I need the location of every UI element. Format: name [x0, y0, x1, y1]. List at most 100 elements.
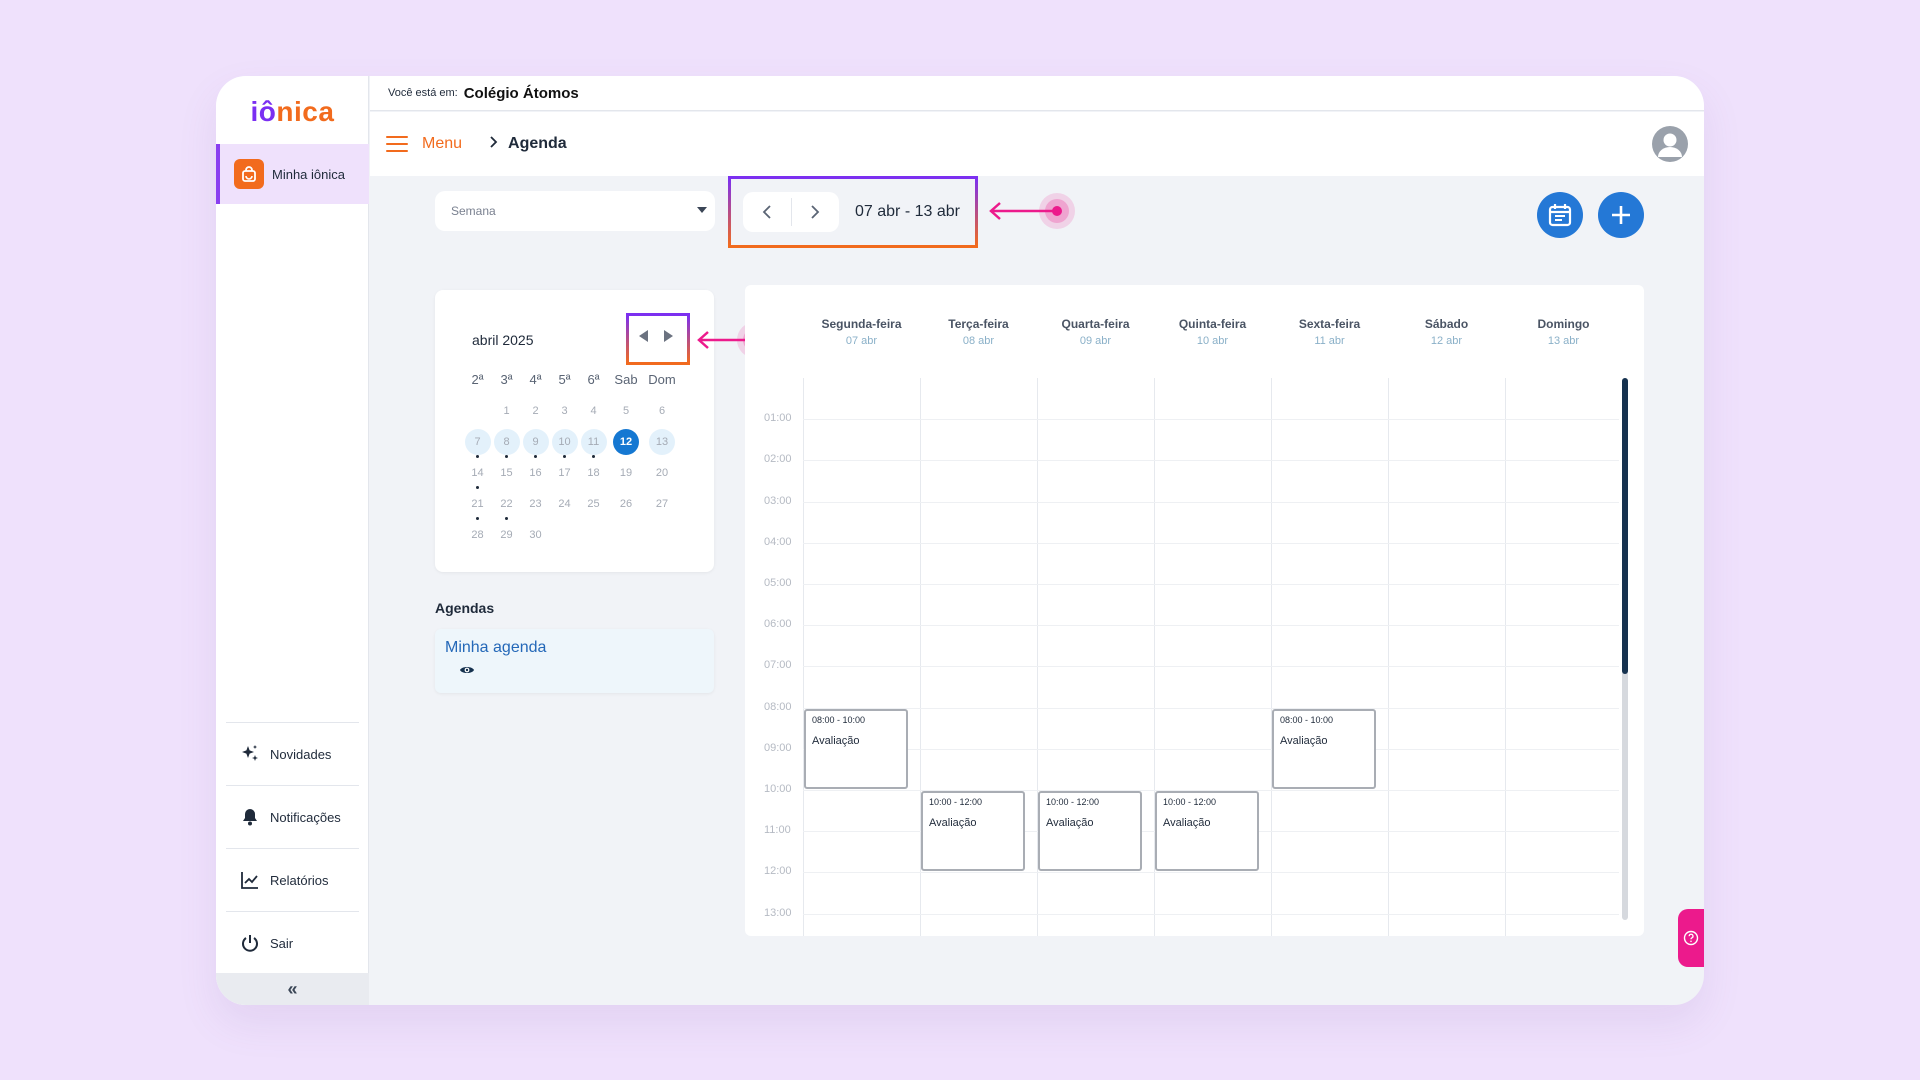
hour-label: 04:00 [764, 535, 792, 548]
sidebar-item-notificacoes[interactable]: Notificações [226, 785, 359, 848]
day-cell[interactable]: 29 [492, 522, 521, 548]
day-header[interactable]: Quarta-feira 09 abr [1037, 317, 1154, 347]
day-cell[interactable]: 10 [550, 428, 579, 458]
day-cell[interactable]: 9 [521, 428, 550, 458]
day-cell[interactable]: 22 [492, 491, 521, 520]
hour-label: 08:00 [764, 700, 792, 713]
day-cell[interactable]: 6 [644, 398, 680, 424]
logo[interactable]: iônica [216, 96, 369, 128]
hour-gridline [803, 584, 1619, 585]
day-number: 21 [471, 497, 484, 510]
chevron-right-icon [488, 135, 498, 153]
day-header[interactable]: Segunda-feira 07 abr [803, 317, 920, 347]
chevron-right-icon [811, 205, 820, 219]
day-header[interactable]: Terça-feira 08 abr [920, 317, 1037, 347]
day-cell[interactable]: 15 [492, 460, 521, 486]
help-button[interactable] [1678, 909, 1704, 967]
day-date: 11 abr [1314, 335, 1345, 347]
day-number: 27 [655, 497, 669, 510]
agenda-item[interactable]: Minha agenda [435, 629, 714, 693]
event-card[interactable]: 10:00 - 12:00 Avaliação [921, 791, 1025, 871]
agenda-name: Minha agenda [445, 639, 547, 656]
view-select[interactable]: Semana [435, 191, 715, 231]
day-number: 19 [619, 466, 633, 479]
day-cell[interactable]: 5 [608, 398, 644, 424]
day-number: 6 [658, 404, 666, 417]
day-cell[interactable]: 11 [579, 428, 608, 458]
day-cell[interactable]: 18 [579, 460, 608, 486]
day-header[interactable]: Domingo 13 abr [1505, 317, 1622, 347]
day-cell[interactable]: 24 [550, 491, 579, 517]
eye-icon[interactable] [459, 663, 704, 681]
day-column-divider [1388, 378, 1389, 936]
event-card[interactable]: 10:00 - 12:00 Avaliação [1155, 791, 1259, 871]
breadcrumb-current: Agenda [508, 135, 567, 152]
event-card[interactable]: 10:00 - 12:00 Avaliação [1038, 791, 1142, 871]
sidebar-item-relatorios[interactable]: Relatórios [226, 848, 359, 911]
previous-week-button[interactable] [743, 192, 791, 232]
calendar-button[interactable] [1537, 192, 1583, 238]
hour-gridline [803, 748, 1619, 750]
day-cell[interactable]: 26 [608, 491, 644, 517]
week-nav-buttons [743, 192, 839, 232]
day-cell[interactable]: 30 [521, 522, 550, 548]
hour-label: 07:00 [764, 659, 792, 672]
day-date: 08 abr [962, 335, 995, 347]
day-date: 13 abr [1547, 335, 1580, 347]
day-cell-empty [644, 522, 680, 548]
day-cell[interactable]: 16 [521, 460, 550, 486]
scrollbar-thumb[interactable] [1622, 378, 1628, 674]
day-number: 26 [619, 497, 633, 510]
day-cell[interactable]: 25 [579, 491, 608, 517]
day-column-divider [1505, 378, 1506, 936]
week-range-navigator: 07 abr - 13 abr [743, 192, 968, 232]
sidebar-item-sair[interactable]: Sair [226, 911, 359, 974]
day-cell[interactable]: 28 [463, 522, 492, 548]
next-week-button[interactable] [791, 192, 839, 232]
day-cell[interactable]: 2 [521, 398, 550, 424]
day-cell[interactable]: 7 [463, 428, 492, 458]
location-bar: Você está em: Colégio Átomos [370, 76, 1704, 111]
day-header[interactable]: Sábado 12 abr [1388, 317, 1505, 347]
view-select-value: Semana [451, 204, 496, 218]
day-cell[interactable]: 27 [644, 491, 680, 517]
event-card[interactable]: 08:00 - 10:00 Avaliação [804, 708, 908, 789]
day-cell[interactable]: 21 [463, 491, 492, 520]
day-cell[interactable]: 1 [492, 398, 521, 424]
week-calendar: Segunda-feira 07 abr Terça-feira 08 abr Quar… [745, 285, 1644, 936]
day-cell[interactable]: 14 [463, 460, 492, 489]
sidebar-item-novidades[interactable]: Novidades [226, 722, 359, 785]
day-cell[interactable]: 20 [644, 460, 680, 486]
day-number: 23 [529, 497, 542, 510]
event-card[interactable]: 08:00 - 10:00 Avaliação [1272, 708, 1376, 789]
collapse-sidebar-button[interactable]: « [216, 973, 369, 1005]
sidebar-item-minha-ionica[interactable]: Minha iônica [216, 144, 369, 204]
day-cell[interactable]: 23 [521, 491, 550, 517]
menu-button[interactable]: Menu [386, 135, 462, 153]
event-dot [505, 454, 508, 458]
power-icon [242, 935, 258, 952]
day-cell[interactable]: 13 [644, 428, 680, 455]
chart-icon [241, 872, 258, 889]
day-cell[interactable]: 17 [550, 460, 579, 486]
day-cell[interactable]: 19 [608, 460, 644, 486]
day-header[interactable]: Sexta-feira 11 abr [1271, 317, 1388, 347]
day-number: 2 [532, 404, 539, 417]
day-number: 20 [655, 466, 669, 479]
hour-gridline [803, 707, 1619, 709]
menu-label: Menu [422, 135, 463, 152]
sidebar-item-label: Minha iônica [272, 166, 345, 182]
plus-icon [1612, 206, 1630, 224]
day-cell[interactable]: 4 [579, 398, 608, 424]
hour-label: 12:00 [764, 865, 792, 878]
header: Menu Agenda [370, 112, 1704, 176]
add-event-button[interactable] [1598, 192, 1644, 238]
day-cell[interactable]: 8 [492, 428, 521, 458]
event-title: Avaliação [1046, 817, 1094, 829]
avatar[interactable] [1652, 126, 1688, 162]
day-header[interactable]: Quinta-feira 10 abr [1154, 317, 1271, 347]
day-cell[interactable]: 3 [550, 398, 579, 424]
bag-icon [234, 159, 264, 189]
day-number: 15 [500, 466, 513, 479]
day-cell[interactable]: 12 [608, 428, 644, 455]
